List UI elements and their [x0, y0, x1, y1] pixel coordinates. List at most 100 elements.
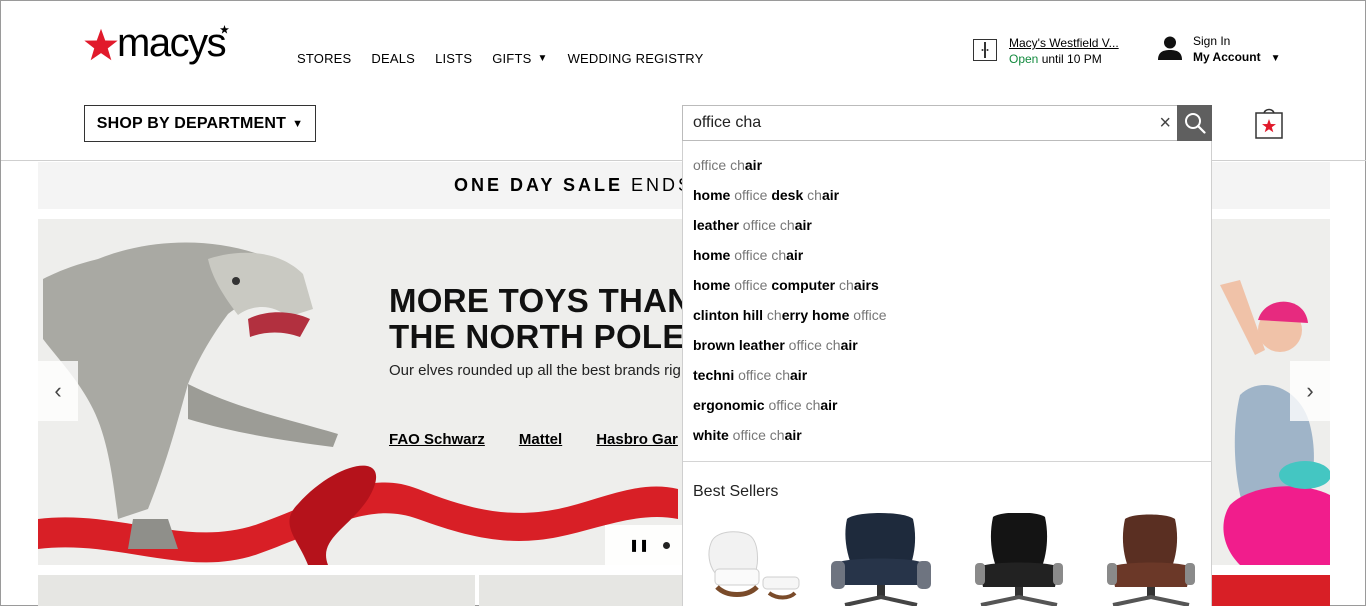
suggestion-bold-text: air: [790, 367, 808, 383]
suggestion-bold-text: clinton hill: [693, 307, 763, 323]
search-suggestion-item[interactable]: white office chair: [683, 423, 1211, 453]
suggestion-bold-text: air: [820, 397, 838, 413]
suggestion-bold-text: air: [784, 427, 802, 443]
suggestion-bold-text: leather: [693, 217, 739, 233]
suggestion-text: office ch: [728, 427, 785, 443]
brand-link-hasbro[interactable]: Hasbro Gar: [596, 431, 678, 448]
suggestion-bold-text: white: [693, 427, 729, 443]
star-logo-icon: [84, 28, 118, 61]
suggestion-text: ch: [835, 277, 854, 293]
carousel-prev-button[interactable]: ‹: [38, 361, 78, 421]
search-suggestion-item[interactable]: clinton hill cherry home office: [683, 303, 1211, 333]
store-hours-text: until 10 PM: [1041, 52, 1102, 66]
suggestion-bold-text: desk: [771, 187, 804, 203]
suggestion-bold-text: techni: [693, 367, 735, 383]
black-leather-chair-image[interactable]: [963, 513, 1075, 606]
search-button[interactable]: [1177, 105, 1212, 141]
suggestion-bold-text: air: [744, 157, 763, 173]
suggestion-bold-text: airs: [853, 277, 879, 293]
store-locator[interactable]: Macy's Westfield V... Open until 10 PM: [973, 35, 1119, 67]
suggestion-bold-text: home: [693, 187, 731, 203]
search-suggestion-item[interactable]: home office desk chair: [683, 183, 1211, 213]
promo-tile[interactable]: [479, 575, 682, 606]
best-sellers-title: Best Sellers: [693, 483, 779, 500]
top-nav: STORES DEALS LISTS GIFTS ▼ WEDDING REGIST…: [297, 51, 703, 66]
store-icon: [973, 39, 997, 61]
promo-tile[interactable]: [1212, 575, 1330, 606]
shop-by-department-label: SHOP BY DEPARTMENT: [96, 114, 287, 132]
search-suggestion-item[interactable]: brown leather office chair: [683, 333, 1211, 363]
logo-wordmark: macys: [117, 21, 227, 65]
hero-subtitle: Our elves rounded up all the best brands…: [389, 362, 681, 379]
navy-executive-chair-image[interactable]: [825, 513, 937, 606]
promo-tile[interactable]: [38, 575, 475, 606]
suggestion-text: ch: [803, 187, 822, 203]
user-icon: [1158, 36, 1182, 60]
caret-down-icon: ▼: [292, 117, 304, 130]
nav-gifts[interactable]: GIFTS ▼: [492, 51, 547, 66]
macys-logo[interactable]: macys: [83, 23, 229, 63]
store-name-link[interactable]: Macy's Westfield V...: [1009, 35, 1119, 51]
account-menu[interactable]: Sign In My Account ▼: [1157, 33, 1280, 67]
hero-title-line2: THE NORTH POLE: [389, 318, 685, 355]
search-suggestions-dropdown: office chair home office desk chair leathe…: [682, 141, 1212, 606]
shop-by-department-button[interactable]: SHOP BY DEPARTMENT ▼: [84, 105, 316, 142]
brand-link-fao-schwarz[interactable]: FAO Schwarz: [389, 431, 485, 448]
shopping-bag-icon[interactable]: [1254, 105, 1284, 139]
suggestion-text: office ch: [734, 367, 791, 383]
dropdown-divider: [683, 461, 1211, 462]
suggestion-text: office ch: [764, 397, 821, 413]
logo-mini-star-icon: [220, 25, 229, 34]
nav-stores[interactable]: STORES: [297, 51, 351, 66]
suggestion-text: office: [730, 277, 772, 293]
suggestion-text: office: [849, 307, 887, 323]
suggestion-bold-text: air: [840, 337, 858, 353]
search-suggestion-item[interactable]: home office chair: [683, 243, 1211, 273]
sign-in-link[interactable]: Sign In: [1193, 33, 1280, 49]
brand-link-mattel[interactable]: Mattel: [519, 431, 562, 448]
suggestion-text: office ch: [738, 217, 795, 233]
dinosaur-toy-image: [38, 242, 678, 565]
suggestion-bold-text: air: [794, 217, 812, 233]
suggestion-bold-text: air: [821, 187, 840, 203]
caret-down-icon: ▼: [537, 53, 548, 64]
best-sellers-products: [683, 513, 1211, 606]
nav-lists[interactable]: LISTS: [435, 51, 472, 66]
nav-wedding-registry[interactable]: WEDDING REGISTRY: [568, 51, 704, 66]
suggestion-text: office ch: [730, 247, 787, 263]
suggestion-bold-text: home: [693, 247, 731, 263]
chevron-right-icon: ›: [1306, 378, 1314, 403]
sale-banner-bold: ONE DAY SALE: [454, 175, 624, 195]
store-hours: Open until 10 PM: [1009, 51, 1119, 67]
search-suggestion-item[interactable]: techni office chair: [683, 363, 1211, 393]
suggestion-bold-text: ergonomic: [693, 397, 765, 413]
suggestion-text: ch: [763, 307, 782, 323]
search-icon: [1184, 113, 1206, 134]
white-lounge-chair-image[interactable]: [697, 513, 809, 606]
suggestion-bold-text: computer: [771, 277, 836, 293]
chevron-left-icon: ‹: [54, 378, 62, 403]
search-input[interactable]: [683, 106, 1143, 140]
search-suggestion-item[interactable]: leather office chair: [683, 213, 1211, 243]
carousel-dot[interactable]: [663, 541, 671, 549]
search-suggestion-item[interactable]: ergonomic office chair: [683, 393, 1211, 423]
suggestion-list: office chair home office desk chair leathe…: [683, 141, 1211, 453]
brown-leather-chair-image[interactable]: [1095, 513, 1207, 606]
my-account-dropdown[interactable]: My Account ▼: [1193, 49, 1280, 67]
suggestion-text: office ch: [693, 157, 745, 173]
search-box: ×: [682, 105, 1178, 141]
hero-brand-links: FAO Schwarz Mattel Hasbro Gar: [389, 431, 678, 448]
hero-title: MORE TOYS THAN THE NORTH POLE: [389, 283, 691, 355]
suggestion-bold-text: brown leather: [693, 337, 785, 353]
store-door-handles-icon: [981, 49, 989, 51]
nav-deals[interactable]: DEALS: [371, 51, 415, 66]
store-open-status: Open: [1009, 52, 1039, 66]
carousel-next-button[interactable]: ›: [1290, 361, 1330, 421]
caret-down-icon: ▼: [1270, 53, 1281, 64]
suggestion-bold-text: erry home: [781, 307, 850, 323]
search-suggestion-item[interactable]: home office computer chairs: [683, 273, 1211, 303]
search-suggestion-item[interactable]: office chair: [683, 153, 1211, 183]
clear-search-icon[interactable]: ×: [1159, 111, 1171, 135]
pause-icon[interactable]: ❚❚: [629, 538, 649, 552]
suggestion-bold-text: home: [693, 277, 731, 293]
